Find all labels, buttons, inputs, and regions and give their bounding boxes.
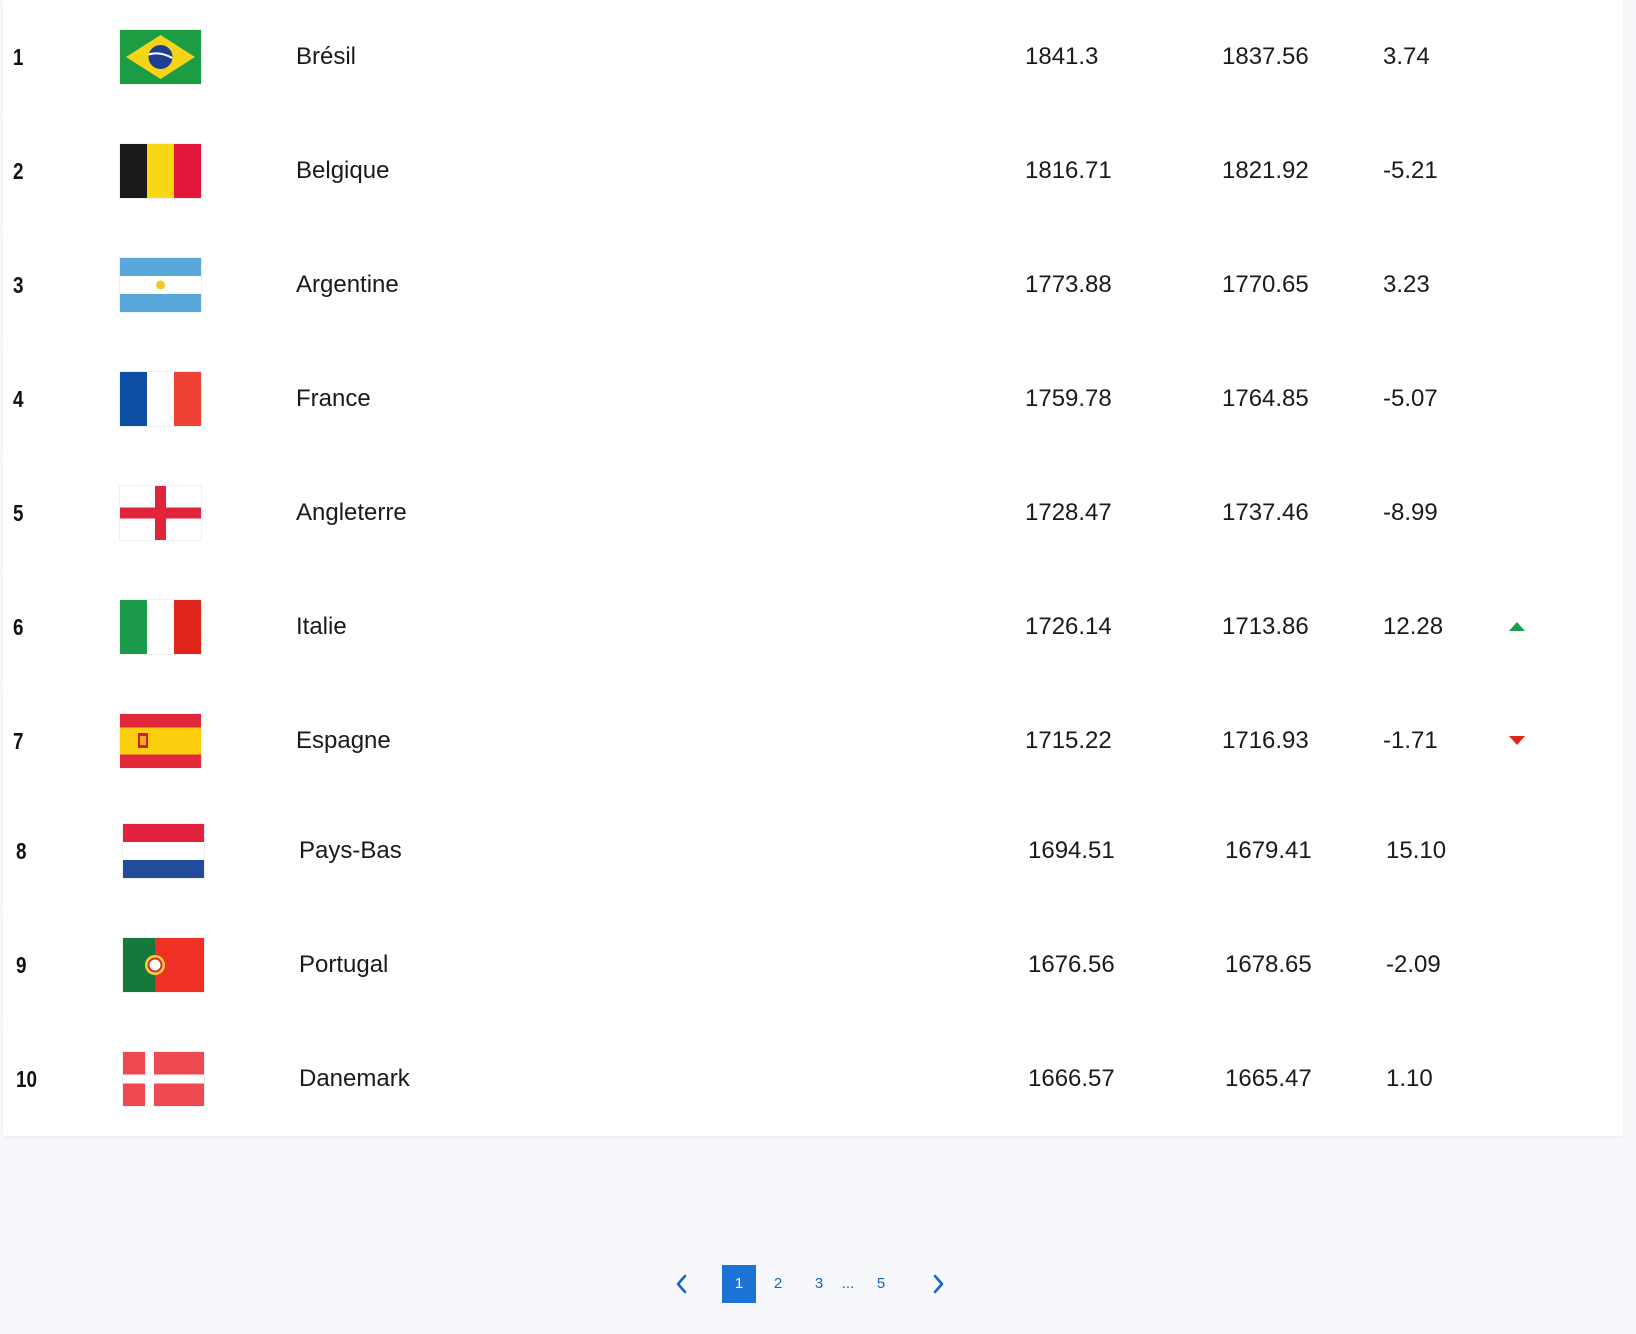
page-1-button[interactable]: 1 <box>722 1265 756 1303</box>
previous-points-cell: 1770.65 <box>1222 271 1309 298</box>
rank-cell: 3 <box>13 272 24 298</box>
country-name[interactable]: Pays-Bas <box>299 794 402 908</box>
rank-cell: 10 <box>16 1066 37 1092</box>
points-change-cell: 3.23 <box>1383 271 1430 298</box>
points-change-cell: 1.10 <box>1386 1065 1433 1092</box>
points-change-cell: -1.71 <box>1383 727 1438 754</box>
rank-cell: 8 <box>16 838 27 864</box>
previous-points-cell: 1713.86 <box>1222 613 1309 640</box>
points-change-cell: -5.21 <box>1383 157 1438 184</box>
page-3-button[interactable]: 3 <box>804 1265 834 1303</box>
argentina-flag-icon <box>120 258 201 312</box>
points-cell: 1759.78 <box>1025 385 1112 412</box>
points-change-cell: 15.10 <box>1386 837 1447 864</box>
country-name[interactable]: Italie <box>296 570 347 684</box>
previous-points-cell: 1716.93 <box>1222 727 1309 754</box>
country-name[interactable]: Danemark <box>299 1022 410 1136</box>
netherlands-flag-icon <box>123 824 204 878</box>
page-5-button[interactable]: 5 <box>866 1265 896 1303</box>
table-row[interactable]: 9 Portugal 1676.56 1678.65 -2.09 <box>3 908 1623 1022</box>
table-row[interactable]: 1 Brésil 1841.3 1837.56 3.74 <box>3 0 1623 114</box>
previous-points-cell: 1737.46 <box>1222 499 1309 526</box>
points-change-cell: -2.09 <box>1386 951 1441 978</box>
country-name[interactable]: Angleterre <box>296 456 407 570</box>
italy-flag-icon <box>120 600 201 654</box>
country-name[interactable]: Argentine <box>296 228 399 342</box>
table-row[interactable]: 7 Espagne 1715.22 1716.93 -1.71 <box>3 684 1623 798</box>
points-cell: 1666.57 <box>1028 1065 1115 1092</box>
rank-cell: 1 <box>13 44 24 70</box>
trend-up-icon <box>1509 622 1525 631</box>
points-cell: 1676.56 <box>1028 951 1115 978</box>
points-cell: 1841.3 <box>1025 43 1099 70</box>
previous-points-cell: 1821.92 <box>1222 157 1309 184</box>
points-cell: 1773.88 <box>1025 271 1112 298</box>
points-cell: 1816.71 <box>1025 157 1112 184</box>
pagination-ellipsis: ... <box>841 1275 855 1292</box>
rank-cell: 2 <box>13 158 24 184</box>
points-cell: 1726.14 <box>1025 613 1112 640</box>
table-row[interactable]: 8 Pays-Bas 1694.51 1679.41 15.10 <box>3 794 1623 908</box>
table-row[interactable]: 6 Italie 1726.14 1713.86 12.28 <box>3 570 1623 684</box>
previous-points-cell: 1678.65 <box>1225 951 1312 978</box>
portugal-flag-icon <box>123 938 204 992</box>
trend-down-icon <box>1509 736 1525 745</box>
rank-cell: 6 <box>13 614 24 640</box>
denmark-flag-icon <box>123 1052 204 1106</box>
country-name[interactable]: Belgique <box>296 114 389 228</box>
previous-points-cell: 1837.56 <box>1222 43 1309 70</box>
chevron-right-icon[interactable] <box>932 1274 944 1294</box>
table-row[interactable]: 4 France 1759.78 1764.85 -5.07 <box>3 342 1623 456</box>
points-change-cell: 3.74 <box>1383 43 1430 70</box>
belgium-flag-icon <box>120 144 201 198</box>
country-name[interactable]: France <box>296 342 371 456</box>
table-row[interactable]: 5 Angleterre 1728.47 1737.46 -8.99 <box>3 456 1623 570</box>
table-row[interactable]: 3 Argentine 1773.88 1770.65 3.23 <box>3 228 1623 342</box>
country-name[interactable]: Brésil <box>296 0 356 114</box>
country-name[interactable]: Espagne <box>296 684 391 798</box>
points-cell: 1715.22 <box>1025 727 1112 754</box>
points-cell: 1728.47 <box>1025 499 1112 526</box>
table-row[interactable]: 2 Belgique 1816.71 1821.92 -5.21 <box>3 114 1623 228</box>
pagination: 1 2 3 ... 5 <box>660 1265 960 1305</box>
rank-cell: 4 <box>13 386 24 412</box>
rank-cell: 5 <box>13 500 24 526</box>
points-cell: 1694.51 <box>1028 837 1115 864</box>
rank-cell: 7 <box>13 728 24 754</box>
previous-points-cell: 1665.47 <box>1225 1065 1312 1092</box>
points-change-cell: 12.28 <box>1383 613 1444 640</box>
england-flag-icon <box>120 486 201 540</box>
page-2-button[interactable]: 2 <box>763 1265 793 1303</box>
brazil-flag-icon <box>120 30 201 84</box>
table-row[interactable]: 10 Danemark 1666.57 1665.47 1.10 <box>3 1022 1623 1136</box>
points-change-cell: -5.07 <box>1383 385 1438 412</box>
chevron-left-icon[interactable] <box>676 1274 688 1294</box>
spain-flag-icon <box>120 714 201 768</box>
rank-cell: 9 <box>16 952 27 978</box>
france-flag-icon <box>120 372 201 426</box>
country-name[interactable]: Portugal <box>299 908 388 1022</box>
previous-points-cell: 1764.85 <box>1222 385 1309 412</box>
points-change-cell: -8.99 <box>1383 499 1438 526</box>
previous-points-cell: 1679.41 <box>1225 837 1312 864</box>
